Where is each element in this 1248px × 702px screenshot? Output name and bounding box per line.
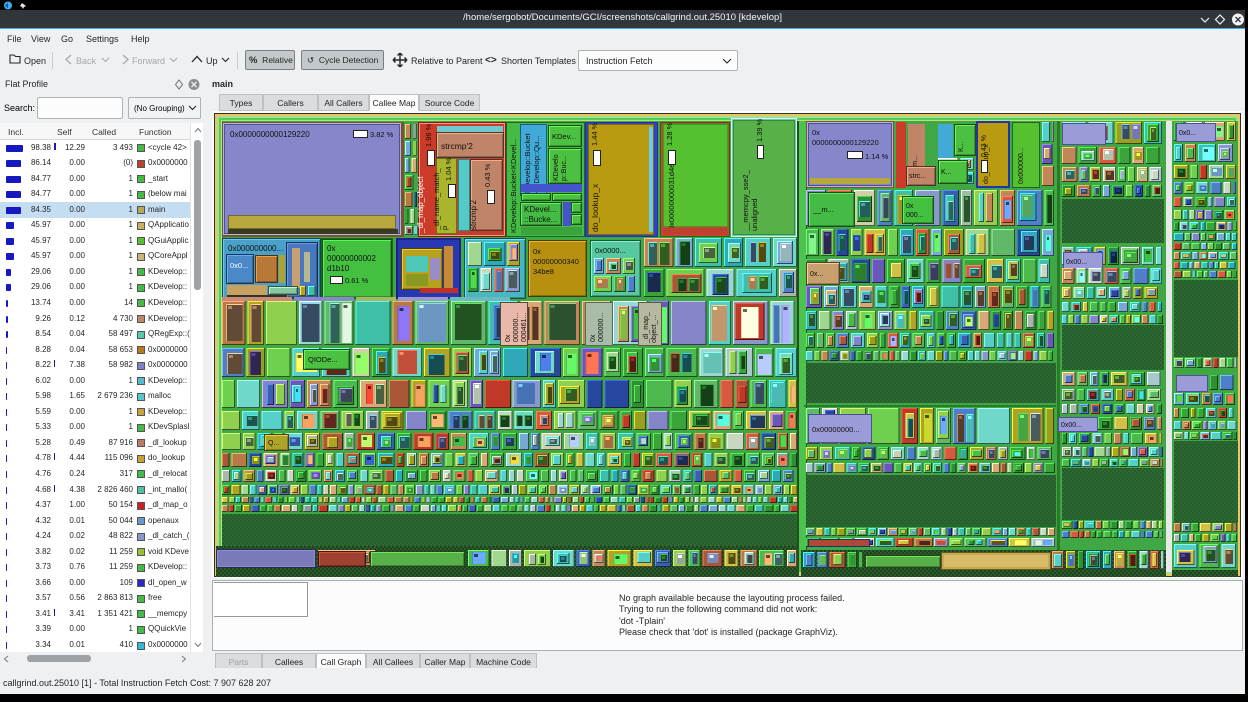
svg-text:0x...: 0x... [810, 271, 823, 278]
svg-text:0x000000000...: 0x000000000... [228, 244, 283, 253]
svg-text:d1b10: d1b10 [327, 264, 350, 273]
svg-text:0x0000000000129220: 0x0000000000129220 [230, 130, 310, 139]
svg-text:000461...: 000461... [521, 313, 528, 342]
svg-text:object_...: object_... [651, 315, 658, 343]
svg-text:0000000000129220: 0000000000129220 [812, 138, 879, 147]
svg-text:0.43 %: 0.43 % [483, 163, 492, 187]
svg-text:1.04 %: 1.04 % [444, 157, 453, 181]
svg-text:0x: 0x [906, 203, 914, 210]
svg-text:0x: 0x [812, 128, 820, 137]
svg-text:34be8: 34be8 [533, 267, 554, 276]
svg-text:KDevel...: KDevel... [524, 205, 556, 214]
svg-text:00000000340: 00000000340 [533, 257, 579, 266]
svg-text:0x00...: 0x00... [1061, 422, 1082, 429]
svg-text:strcmp'2: strcmp'2 [441, 141, 473, 151]
svg-text:strcmp'2: strcmp'2 [469, 199, 478, 230]
svg-text:1.96 %: 1.96 % [424, 123, 433, 147]
svg-text:3.82 %: 3.82 % [370, 130, 394, 139]
svg-text:0x: 0x [505, 334, 512, 342]
svg-text:QIODe...: QIODe... [308, 355, 338, 364]
svg-text:0x00000000...: 0x00000000... [812, 425, 860, 434]
svg-text:000000...: 000000... [513, 313, 520, 342]
svg-text:0x0000...: 0x0000... [595, 246, 626, 255]
svg-text:_dl_name_match_: _dl_name_match_ [432, 167, 441, 231]
svg-text:p: p [440, 226, 449, 230]
svg-text:0x00000000031d4e0: 0x00000000031d4e0 [667, 160, 676, 231]
svg-text:0x0...: 0x0... [230, 261, 248, 270]
svg-text:Q...: Q... [268, 440, 279, 447]
svg-text:__memcpy_sse2_: __memcpy_sse2_ [741, 169, 750, 232]
svg-text:K...: K... [958, 141, 965, 152]
svg-text:__m...: __m... [812, 205, 834, 214]
svg-text:0x: 0x [533, 247, 541, 256]
svg-text:::Bucke...: ::Bucke... [524, 215, 557, 224]
svg-text:1.28 %: 1.28 % [665, 122, 674, 146]
svg-text:0.43 %: 0.43 % [981, 135, 988, 157]
svg-text:1.44 %: 1.44 % [590, 122, 599, 146]
svg-text:p::Buc...: p::Buc... [561, 155, 568, 181]
svg-text:00000000002: 00000000002 [327, 254, 376, 263]
svg-text:strc...: strc... [909, 173, 926, 180]
svg-text:1.39 %: 1.39 % [755, 118, 764, 142]
svg-text:_dl_map_: _dl_map_ [643, 312, 650, 344]
svg-text:000...: 000... [906, 212, 924, 219]
svg-text:KDev...: KDev... [552, 132, 576, 141]
svg-text:KDevelo: KDevelo [553, 154, 560, 181]
svg-text:0x00...: 0x00... [1066, 259, 1087, 266]
svg-text:0.61 %: 0.61 % [345, 276, 369, 285]
svg-text:_dl_map_object: _dl_map_object [416, 176, 425, 234]
svg-text:0x: 0x [327, 244, 335, 253]
svg-text:do_lookup_x: do_lookup_x [590, 183, 600, 232]
svg-text:1.14 %: 1.14 % [865, 152, 889, 161]
svg-text:0x000000...: 0x000000... [1018, 147, 1025, 184]
svg-text:0x: 0x [590, 334, 597, 342]
svg-text:KDevelop::Bucket<KDevel...: KDevelop::Bucket<KDevel... [509, 139, 518, 233]
svg-text:KDevelop::Bucket: KDevelop::Bucket [523, 132, 532, 193]
svg-text:K...: K... [941, 169, 952, 176]
svg-text:unaligned: unaligned [750, 198, 759, 231]
svg-text:000000...: 000000... [598, 313, 605, 342]
